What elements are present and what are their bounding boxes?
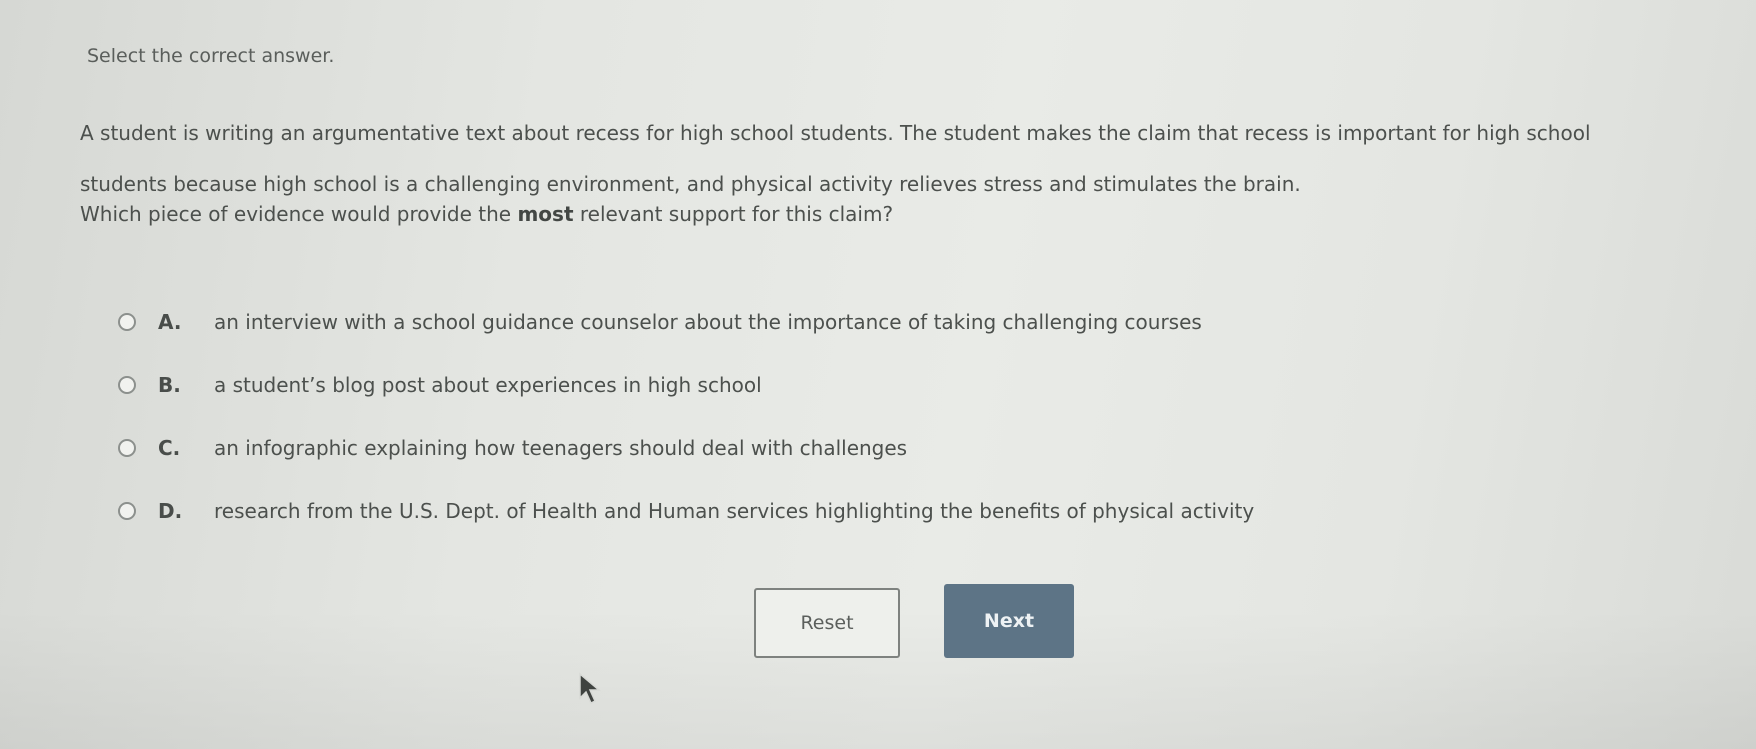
mouse-pointer-icon [579,672,602,705]
radio-unchecked-icon[interactable] [118,438,136,457]
question-line-1: A student is writing an argumentative te… [80,121,1591,145]
option-text: an interview with a school guidance coun… [214,309,1202,334]
option-text: an infographic explaining how teenagers … [214,435,908,460]
answer-option-c[interactable]: C. an infographic explaining how teenage… [118,416,1254,479]
option-letter: C. [158,435,181,460]
question-prompt: Which piece of evidence would provide th… [80,202,893,226]
answer-options: A. an interview with a school guidance c… [118,290,1254,542]
question-passage: A student is writing an argumentative te… [80,108,1710,210]
instruction-text: Select the correct answer. [87,45,335,67]
option-text: research from the U.S. Dept. of Health a… [214,498,1255,523]
option-letter: A. [158,309,182,334]
answer-option-b[interactable]: B. a student’s blog post about experienc… [118,353,1254,416]
answer-option-a[interactable]: A. an interview with a school guidance c… [118,290,1254,353]
option-letter: B. [158,372,181,397]
next-button[interactable]: Next [944,584,1074,658]
question-prompt-end: relevant support for this claim? [573,202,894,226]
option-letter: D. [158,498,183,523]
question-prompt-emphasis: most [517,202,574,226]
answer-option-d[interactable]: D. research from the U.S. Dept. of Healt… [118,479,1254,542]
reset-button[interactable]: Reset [754,588,900,658]
option-text: a student’s blog post about experiences … [214,372,762,397]
radio-unchecked-icon[interactable] [118,375,136,394]
radio-unchecked-icon[interactable] [118,312,136,331]
radio-unchecked-icon[interactable] [118,501,136,520]
question-prompt-start: Which piece of evidence would provide th… [80,202,518,226]
